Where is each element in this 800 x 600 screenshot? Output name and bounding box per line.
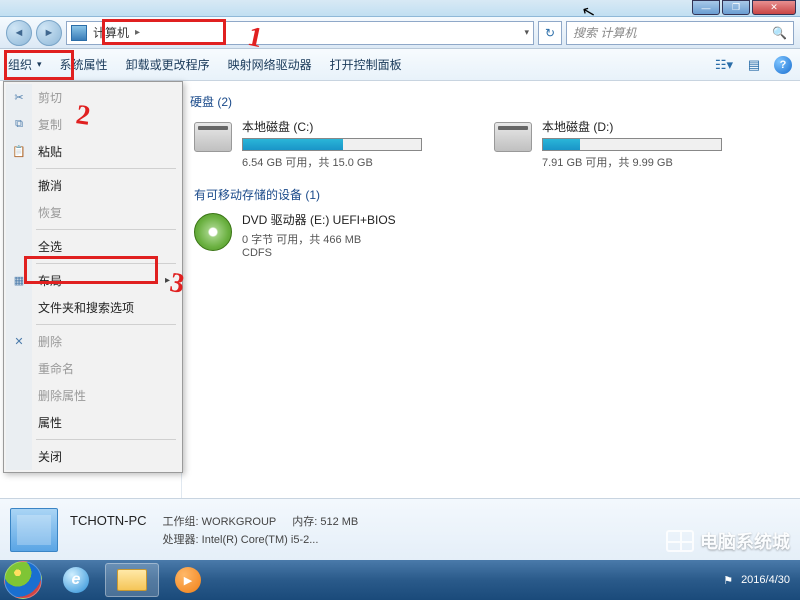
menu-paste[interactable]: 📋粘贴 (6, 138, 180, 165)
main-pane: 硬盘 (2) 本地磁盘 (C:) 6.54 GB 可用，共 15.0 GB 本地… (182, 81, 800, 498)
drive-label: 本地磁盘 (D:) (542, 118, 754, 135)
breadcrumb-arrow-icon[interactable]: ▸ (135, 27, 140, 38)
menu-copy[interactable]: ⧉复制 (6, 111, 180, 138)
capacity-bar (242, 138, 422, 151)
search-icon: 🔍 (772, 26, 787, 40)
drive-filesystem: CDFS (242, 247, 454, 259)
help-icon[interactable]: ? (774, 56, 792, 74)
taskbar: ▶ ⚑ 2016/4/30 (0, 560, 800, 600)
menu-folder-options[interactable]: 文件夹和搜索选项 (6, 294, 180, 321)
maximize-button[interactable]: ❐ (722, 0, 750, 15)
menu-cut[interactable]: ✂剪切 (6, 84, 180, 111)
menu-rename[interactable]: 重命名 (6, 355, 180, 382)
organize-button[interactable]: 组织 (8, 56, 42, 73)
taskbar-explorer[interactable] (105, 563, 159, 597)
toolbar: 组织 系统属性 卸载或更改程序 映射网络驱动器 打开控制面板 ☷▾ ▤ ? (0, 49, 800, 81)
folder-icon (117, 569, 147, 591)
start-button[interactable] (4, 561, 42, 599)
system-tray[interactable]: ⚑ 2016/4/30 (723, 574, 796, 587)
tray-flag-icon[interactable]: ⚑ (723, 574, 733, 587)
map-network-drive-button[interactable]: 映射网络驱动器 (228, 56, 312, 73)
menu-layout[interactable]: ▦布局 (6, 267, 180, 294)
menu-properties[interactable]: 属性 (6, 409, 180, 436)
computer-icon (71, 25, 87, 41)
view-options-icon[interactable]: ☷▾ (714, 56, 734, 74)
wmp-icon: ▶ (175, 567, 201, 593)
hdd-icon (494, 122, 532, 152)
refresh-button[interactable]: ↻ (538, 21, 562, 45)
paste-icon: 📋 (11, 144, 27, 160)
taskbar-wmp[interactable]: ▶ (161, 563, 215, 597)
menu-undo[interactable]: 撤消 (6, 172, 180, 199)
open-control-panel-button[interactable]: 打开控制面板 (330, 56, 402, 73)
uninstall-programs-button[interactable]: 卸载或更改程序 (126, 56, 210, 73)
delete-icon: ✕ (11, 334, 27, 350)
navigation-bar: ◄ ► 计算机 ▸ ▾ ↻ 搜索 计算机 🔍 (0, 17, 800, 49)
drive-c[interactable]: 本地磁盘 (C:) 6.54 GB 可用，共 15.0 GB (194, 118, 454, 170)
search-placeholder: 搜索 计算机 (573, 24, 636, 41)
system-properties-button[interactable]: 系统属性 (60, 56, 108, 73)
removable-section-header: 有可移动存储的设备 (1) (194, 186, 788, 203)
preview-pane-icon[interactable]: ▤ (744, 56, 764, 74)
layout-icon: ▦ (11, 273, 27, 289)
drive-freespace: 0 字节 可用，共 466 MB (242, 231, 454, 247)
drive-freespace: 7.91 GB 可用，共 9.99 GB (542, 154, 754, 170)
drive-freespace: 6.54 GB 可用，共 15.0 GB (242, 154, 454, 170)
menu-delete[interactable]: ✕删除 (6, 328, 180, 355)
forward-button[interactable]: ► (36, 20, 62, 46)
drive-dvd[interactable]: DVD 驱动器 (E:) UEFI+BIOS 0 字节 可用，共 466 MB … (194, 211, 454, 259)
hdd-icon (194, 122, 232, 152)
back-button[interactable]: ◄ (6, 20, 32, 46)
menu-close[interactable]: 关闭 (6, 443, 180, 470)
drive-label: 本地磁盘 (C:) (242, 118, 454, 135)
menu-remove-properties[interactable]: 删除属性 (6, 382, 180, 409)
address-bar[interactable]: 计算机 ▸ ▾ (66, 21, 534, 45)
memory-value: 512 MB (320, 516, 358, 528)
menu-redo[interactable]: 恢复 (6, 199, 180, 226)
computer-name: TCHOTN-PC (70, 513, 147, 529)
address-dropdown-icon[interactable]: ▾ (524, 27, 529, 38)
dvd-icon (194, 213, 232, 251)
taskbar-ie[interactable] (49, 563, 103, 597)
capacity-bar (542, 138, 722, 151)
minimize-button[interactable]: — (692, 0, 720, 15)
address-text: 计算机 (93, 24, 129, 41)
watermark-logo-icon (666, 530, 694, 552)
hdd-section-header: 硬盘 (2) (190, 93, 788, 110)
copy-icon: ⧉ (11, 117, 27, 133)
search-input[interactable]: 搜索 计算机 🔍 (566, 21, 794, 45)
menu-select-all[interactable]: 全选 (6, 233, 180, 260)
workgroup-value: WORKGROUP (202, 516, 277, 528)
window-titlebar: — ❐ ✕ (0, 0, 800, 17)
watermark: 电脑系统城 (666, 528, 790, 554)
cut-icon: ✂ (11, 90, 27, 106)
drive-d[interactable]: 本地磁盘 (D:) 7.91 GB 可用，共 9.99 GB (494, 118, 754, 170)
cpu-value: Intel(R) Core(TM) i5-2... (202, 534, 319, 546)
close-button[interactable]: ✕ (752, 0, 796, 15)
computer-large-icon (10, 508, 58, 552)
ie-icon (63, 567, 89, 593)
tray-date: 2016/4/30 (741, 574, 790, 586)
drive-label: DVD 驱动器 (E:) UEFI+BIOS (242, 211, 454, 228)
organize-menu: ✂剪切 ⧉复制 📋粘贴 撤消 恢复 全选 ▦布局 文件夹和搜索选项 ✕删除 重命… (3, 81, 183, 473)
